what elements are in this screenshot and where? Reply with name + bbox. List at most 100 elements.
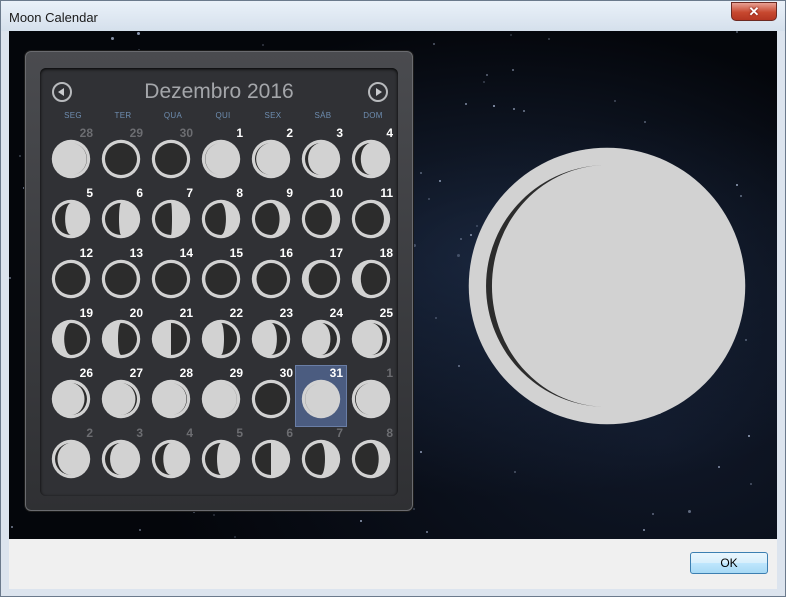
day-cell[interactable]: 11 (346, 186, 396, 246)
day-cell[interactable]: 9 (246, 186, 296, 246)
day-cell[interactable]: 1 (196, 126, 246, 186)
moon-phase-icon (251, 199, 291, 239)
moon-phase-icon (101, 139, 141, 179)
day-number: 8 (236, 186, 243, 200)
day-number: 29 (229, 366, 243, 380)
day-number: 26 (79, 366, 93, 380)
moon-phase-icon (101, 319, 141, 359)
weekday-label: SÁB (314, 111, 332, 120)
moon-calendar-window: Moon Calendar ✕ Dezembro 2016 SEG TER QUA Q… (0, 0, 786, 597)
day-cell[interactable]: 17 (296, 246, 346, 306)
day-cell[interactable]: 4 (346, 126, 396, 186)
day-cell[interactable]: 29 (96, 126, 146, 186)
month-title: Dezembro 2016 (144, 80, 294, 103)
day-cell[interactable]: 25 (346, 306, 396, 366)
chevron-right-icon (376, 88, 382, 96)
button-bar: OK (9, 539, 777, 589)
day-cell[interactable]: 10 (296, 186, 346, 246)
day-cell[interactable]: 8 (196, 186, 246, 246)
day-cell[interactable]: 12 (46, 246, 96, 306)
day-number: 20 (129, 306, 143, 320)
moon-phase-icon (151, 319, 191, 359)
day-cell[interactable]: 27 (96, 366, 146, 426)
star (413, 244, 416, 247)
day-number: 6 (286, 426, 293, 440)
window-title: Moon Calendar (9, 10, 98, 25)
day-cell[interactable]: 21 (146, 306, 196, 366)
next-month-button[interactable] (368, 82, 388, 102)
star (465, 103, 467, 105)
day-cell[interactable]: 7 (296, 426, 346, 486)
day-cell[interactable]: 2 (246, 126, 296, 186)
star (510, 34, 512, 36)
day-cell[interactable]: 30 (246, 366, 296, 426)
star (523, 110, 525, 112)
moon-phase-icon (351, 259, 391, 299)
day-cell[interactable]: 8 (346, 426, 396, 486)
star (748, 435, 750, 437)
day-cell[interactable]: 4 (146, 426, 196, 486)
moon-phase-icon (51, 319, 91, 359)
day-cell[interactable]: 16 (246, 246, 296, 306)
star (193, 511, 195, 513)
star (514, 471, 516, 473)
day-number: 29 (129, 126, 143, 140)
day-cell[interactable]: 24 (296, 306, 346, 366)
day-number: 1 (236, 126, 243, 140)
day-cell[interactable]: 5 (196, 426, 246, 486)
day-cell[interactable]: 3 (296, 126, 346, 186)
day-cell[interactable]: 13 (96, 246, 146, 306)
day-cell[interactable]: 29 (196, 366, 246, 426)
day-number: 30 (279, 366, 293, 380)
day-cell[interactable]: 20 (96, 306, 146, 366)
day-number: 24 (329, 306, 343, 320)
day-cell[interactable]: 23 (246, 306, 296, 366)
day-number: 17 (329, 246, 343, 260)
ok-button[interactable]: OK (690, 552, 768, 574)
weekday-label: SEG (64, 111, 82, 120)
star (457, 254, 460, 257)
day-number: 30 (179, 126, 193, 140)
day-cell[interactable]: 28 (46, 126, 96, 186)
day-number: 7 (186, 186, 193, 200)
star (435, 317, 437, 319)
moon-phase-icon (101, 259, 141, 299)
star (614, 100, 616, 102)
star (688, 510, 691, 513)
day-cell[interactable]: 18 (346, 246, 396, 306)
day-number: 16 (279, 246, 293, 260)
close-button[interactable]: ✕ (731, 2, 777, 21)
day-number: 13 (129, 246, 143, 260)
moon-phase-icon (301, 319, 341, 359)
star (512, 69, 514, 71)
star (458, 365, 460, 367)
day-cell[interactable]: 6 (96, 186, 146, 246)
day-cell[interactable]: 28 (146, 366, 196, 426)
day-cell[interactable]: 5 (46, 186, 96, 246)
day-cell[interactable]: 2 (46, 426, 96, 486)
day-number: 9 (286, 186, 293, 200)
moon-phase-icon (251, 439, 291, 479)
day-number: 3 (136, 426, 143, 440)
day-cell[interactable]: 7 (146, 186, 196, 246)
moon-phase-icon (101, 379, 141, 419)
star (548, 38, 550, 40)
day-cell[interactable]: 14 (146, 246, 196, 306)
day-cell[interactable]: 15 (196, 246, 246, 306)
day-number: 2 (286, 126, 293, 140)
day-cell[interactable]: 1 (346, 366, 396, 426)
day-number: 10 (329, 186, 343, 200)
day-cell[interactable]: 3 (96, 426, 146, 486)
day-cell-today[interactable]: 31 (295, 365, 347, 427)
day-cell[interactable]: 26 (46, 366, 96, 426)
day-cell[interactable]: 6 (246, 426, 296, 486)
moon-phase-icon (351, 379, 391, 419)
day-cell[interactable]: 19 (46, 306, 96, 366)
day-cell[interactable]: 22 (196, 306, 246, 366)
weekday-label: TER (114, 111, 132, 120)
weekday-label: QUA (163, 111, 183, 120)
day-number: 19 (79, 306, 93, 320)
day-number: 15 (229, 246, 243, 260)
day-cell[interactable]: 30 (146, 126, 196, 186)
star (420, 451, 422, 453)
